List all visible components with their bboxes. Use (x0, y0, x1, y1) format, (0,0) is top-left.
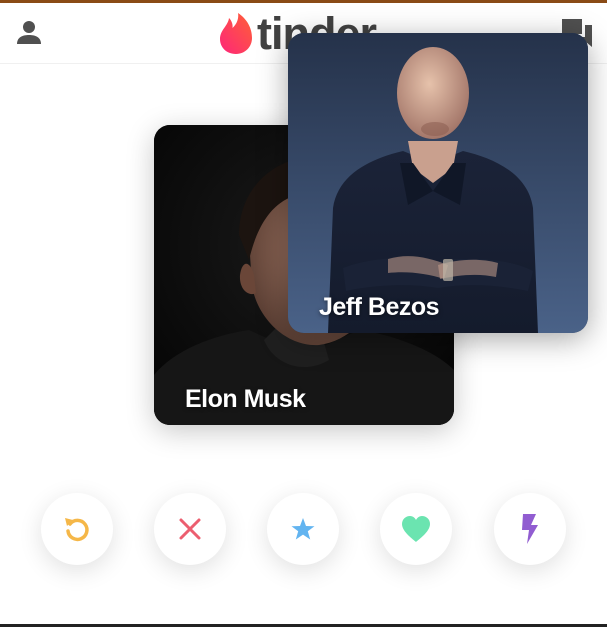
profile-name: Jeff Bezos (319, 293, 440, 321)
rewind-icon (65, 518, 89, 542)
boost-button[interactable] (494, 493, 566, 565)
super-like-button[interactable] (267, 493, 339, 565)
star-icon (291, 518, 315, 540)
rewind-button[interactable] (41, 493, 113, 565)
profile-photo (288, 33, 588, 333)
lightning-icon (522, 514, 538, 544)
close-icon (179, 518, 201, 540)
profile-card-front[interactable]: Jeff Bezos (288, 33, 588, 333)
profile-name: Elon Musk (185, 385, 306, 413)
nope-button[interactable] (154, 493, 226, 565)
person-icon[interactable] (14, 17, 44, 47)
heart-icon (402, 516, 430, 542)
like-button[interactable] (380, 493, 452, 565)
app-screen: tinder (0, 0, 607, 627)
flame-icon (220, 13, 252, 54)
